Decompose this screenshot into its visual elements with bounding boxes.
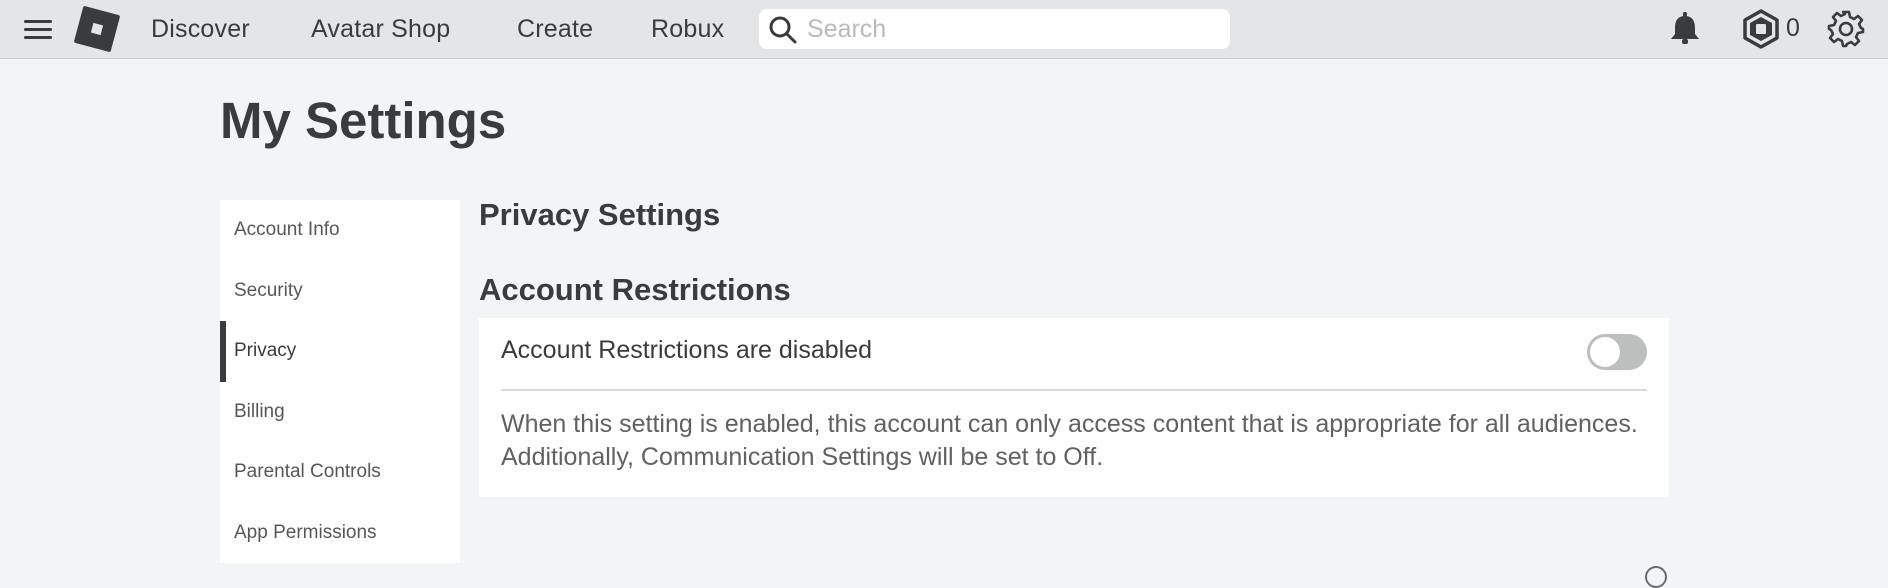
toggle-knob: [1590, 337, 1620, 367]
account-restrictions-toggle[interactable]: [1587, 334, 1647, 370]
nav-robux[interactable]: Robux: [651, 15, 724, 44]
sidebar-item-parental-controls[interactable]: Parental Controls: [220, 442, 460, 503]
settings-sidebar: Account Info Security Privacy Billing Pa…: [220, 200, 460, 563]
sidebar-item-security[interactable]: Security: [220, 261, 460, 322]
help-icon[interactable]: [1645, 566, 1667, 588]
sidebar-item-label: App Permissions: [234, 521, 377, 543]
gear-icon[interactable]: [1827, 10, 1865, 48]
sidebar-item-label: Security: [234, 279, 303, 301]
account-restrictions-label: Account Restrictions are disabled: [501, 336, 873, 364]
sidebar-item-privacy[interactable]: Privacy: [220, 321, 460, 382]
sidebar-item-billing[interactable]: Billing: [220, 382, 460, 443]
account-restrictions-card: Account Restrictions are disabled When t…: [479, 318, 1669, 497]
account-restrictions-description: When this setting is enabled, this accou…: [501, 410, 1638, 471]
search-icon: [769, 16, 797, 44]
divider: [501, 389, 1647, 391]
nav-avatar-shop[interactable]: Avatar Shop: [311, 15, 450, 44]
sidebar-item-label: Billing: [234, 400, 285, 422]
robux-icon[interactable]: [1741, 9, 1781, 49]
search-input[interactable]: [807, 13, 1217, 45]
roblox-logo-icon[interactable]: [73, 5, 121, 53]
sidebar-item-label: Account Info: [234, 219, 340, 241]
sidebar-item-label: Privacy: [234, 340, 297, 362]
sidebar-item-account-info[interactable]: Account Info: [220, 200, 460, 261]
section-title: Privacy Settings: [479, 197, 721, 232]
search-box: [759, 9, 1230, 49]
sidebar-item-app-permissions[interactable]: App Permissions: [220, 503, 460, 564]
bell-icon[interactable]: [1668, 11, 1702, 47]
hamburger-menu-icon[interactable]: [24, 18, 52, 40]
page-title: My Settings: [220, 92, 507, 149]
top-navigation-bar: Discover Avatar Shop Create Robux 0: [0, 0, 1888, 59]
sidebar-item-label: Parental Controls: [234, 461, 381, 483]
nav-discover[interactable]: Discover: [151, 15, 250, 44]
robux-balance[interactable]: 0: [1786, 14, 1800, 43]
nav-create[interactable]: Create: [517, 15, 593, 44]
subsection-title: Account Restrictions: [479, 272, 791, 307]
